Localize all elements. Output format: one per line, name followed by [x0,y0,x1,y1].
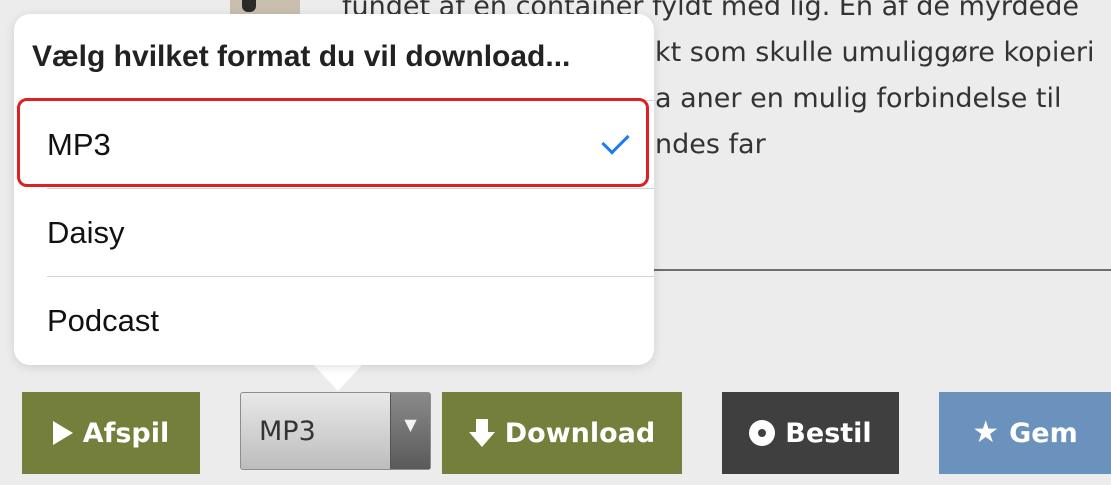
option-label: Daisy [47,214,125,250]
play-button[interactable]: Afspil [22,392,200,474]
popover-arrow [312,363,364,391]
format-popover: Vælg hvilket format du vil download... M… [14,14,654,365]
format-option-podcast[interactable]: Podcast [47,276,654,364]
order-button[interactable]: Bestil [722,392,899,474]
option-label: Podcast [47,302,160,338]
star-icon: ★ [972,415,1000,450]
option-label: MP3 [47,126,111,162]
cover-image [230,0,300,14]
disc-icon [749,420,776,446]
format-options-list: MP3 Daisy Podcast [14,100,654,364]
checkmark-icon [601,126,630,155]
popover-title: Vælg hvilket format du vil download... [32,40,571,73]
format-option-daisy[interactable]: Daisy [47,188,654,276]
divider [600,269,1111,271]
play-button-label: Afspil [82,417,170,449]
download-button-label: Download [504,417,656,449]
download-icon [468,419,495,447]
save-button-label: Gem [1009,417,1078,449]
format-option-mp3[interactable]: MP3 [47,100,654,188]
order-button-label: Bestil [785,417,872,449]
chevron-down-icon: ▼ [390,393,430,469]
format-select[interactable]: MP3 ▼ [240,392,431,470]
download-button[interactable]: Download [442,392,682,474]
play-icon [52,421,73,445]
save-button[interactable]: ★ Gem [939,392,1111,474]
format-select-value: MP3 [259,415,316,447]
